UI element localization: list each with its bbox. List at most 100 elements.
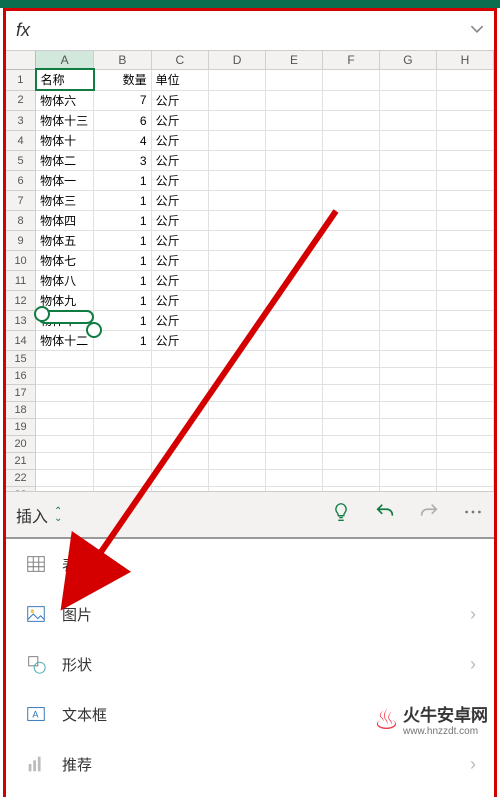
cell-D15[interactable] [209, 351, 266, 368]
cell-D14[interactable] [209, 331, 266, 351]
cell-H9[interactable] [436, 231, 493, 251]
cell-C21[interactable] [151, 453, 208, 470]
cell-E23[interactable] [266, 487, 323, 492]
menu-item-shape[interactable]: 形状 › [6, 639, 494, 689]
cell-G3[interactable] [379, 111, 436, 131]
cell-E21[interactable] [266, 453, 323, 470]
row-header-15[interactable]: 15 [6, 351, 36, 368]
cell-B20[interactable] [94, 436, 151, 453]
cell-H3[interactable] [436, 111, 493, 131]
column-header-H[interactable]: H [436, 51, 493, 69]
cell-E12[interactable] [266, 291, 323, 311]
cell-E3[interactable] [266, 111, 323, 131]
cell-A19[interactable] [36, 419, 94, 436]
cell-D11[interactable] [209, 271, 266, 291]
column-header-B[interactable]: B [94, 51, 151, 69]
cell-H13[interactable] [436, 311, 493, 331]
cell-H15[interactable] [436, 351, 493, 368]
cell-F20[interactable] [323, 436, 380, 453]
menu-item-chart[interactable]: 图表 [6, 789, 494, 800]
cell-E19[interactable] [266, 419, 323, 436]
row-header-21[interactable]: 21 [6, 453, 36, 470]
cell-B6[interactable]: 1 [94, 171, 151, 191]
column-header-E[interactable]: E [266, 51, 323, 69]
cell-F23[interactable] [323, 487, 380, 492]
cell-C10[interactable]: 公斤 [151, 251, 208, 271]
cell-F12[interactable] [323, 291, 380, 311]
cell-D13[interactable] [209, 311, 266, 331]
cell-A9[interactable]: 物体五 [36, 231, 94, 251]
column-header-A[interactable]: A [36, 51, 94, 69]
cell-G10[interactable] [379, 251, 436, 271]
cell-F5[interactable] [323, 151, 380, 171]
cell-E18[interactable] [266, 402, 323, 419]
cell-H12[interactable] [436, 291, 493, 311]
cell-B9[interactable]: 1 [94, 231, 151, 251]
row-header-20[interactable]: 20 [6, 436, 36, 453]
cell-A5[interactable]: 物体二 [36, 151, 94, 171]
cell-F19[interactable] [323, 419, 380, 436]
cell-G20[interactable] [379, 436, 436, 453]
cell-B22[interactable] [94, 470, 151, 487]
cell-H16[interactable] [436, 368, 493, 385]
chevron-down-icon[interactable] [470, 22, 484, 39]
cell-A15[interactable] [36, 351, 94, 368]
cell-B4[interactable]: 4 [94, 131, 151, 151]
cell-D5[interactable] [209, 151, 266, 171]
cell-A10[interactable]: 物体七 [36, 251, 94, 271]
cell-G1[interactable] [379, 69, 436, 90]
cell-F14[interactable] [323, 331, 380, 351]
cell-H11[interactable] [436, 271, 493, 291]
cell-H7[interactable] [436, 191, 493, 211]
cell-G9[interactable] [379, 231, 436, 251]
cell-B11[interactable]: 1 [94, 271, 151, 291]
cell-G13[interactable] [379, 311, 436, 331]
cell-D7[interactable] [209, 191, 266, 211]
menu-item-recommend[interactable]: 推荐 › [6, 739, 494, 789]
cell-C13[interactable]: 公斤 [151, 311, 208, 331]
cell-C2[interactable]: 公斤 [151, 90, 208, 111]
insert-menu-button[interactable]: 插入 ⌃⌄ [16, 503, 62, 527]
shape-handle-bottom-right[interactable] [86, 322, 102, 338]
cell-G11[interactable] [379, 271, 436, 291]
cell-A23[interactable] [36, 487, 94, 492]
cell-D22[interactable] [209, 470, 266, 487]
row-header-10[interactable]: 10 [6, 251, 36, 271]
cell-B8[interactable]: 1 [94, 211, 151, 231]
cell-E15[interactable] [266, 351, 323, 368]
cell-C8[interactable]: 公斤 [151, 211, 208, 231]
cell-A1[interactable]: 名称 [36, 69, 94, 90]
cell-C23[interactable] [151, 487, 208, 492]
cell-B19[interactable] [94, 419, 151, 436]
column-header-C[interactable]: C [151, 51, 208, 69]
cell-F2[interactable] [323, 90, 380, 111]
cell-F8[interactable] [323, 211, 380, 231]
cell-B10[interactable]: 1 [94, 251, 151, 271]
cell-C22[interactable] [151, 470, 208, 487]
cell-G19[interactable] [379, 419, 436, 436]
row-header-1[interactable]: 1 [6, 69, 36, 90]
cell-D9[interactable] [209, 231, 266, 251]
cell-E7[interactable] [266, 191, 323, 211]
menu-item-picture[interactable]: 图片 › [6, 589, 494, 639]
row-header-22[interactable]: 22 [6, 470, 36, 487]
cell-E16[interactable] [266, 368, 323, 385]
cell-B1[interactable]: 数量 [94, 69, 151, 90]
cell-A22[interactable] [36, 470, 94, 487]
cell-D8[interactable] [209, 211, 266, 231]
cell-B7[interactable]: 1 [94, 191, 151, 211]
cell-G15[interactable] [379, 351, 436, 368]
row-header-12[interactable]: 12 [6, 291, 36, 311]
cell-F6[interactable] [323, 171, 380, 191]
cell-G5[interactable] [379, 151, 436, 171]
cell-F10[interactable] [323, 251, 380, 271]
cell-D10[interactable] [209, 251, 266, 271]
cell-C18[interactable] [151, 402, 208, 419]
menu-item-table[interactable]: 表格 [6, 539, 494, 589]
cell-C1[interactable]: 单位 [151, 69, 208, 90]
cell-H6[interactable] [436, 171, 493, 191]
cell-F16[interactable] [323, 368, 380, 385]
cell-H22[interactable] [436, 470, 493, 487]
cell-C9[interactable]: 公斤 [151, 231, 208, 251]
cell-C16[interactable] [151, 368, 208, 385]
